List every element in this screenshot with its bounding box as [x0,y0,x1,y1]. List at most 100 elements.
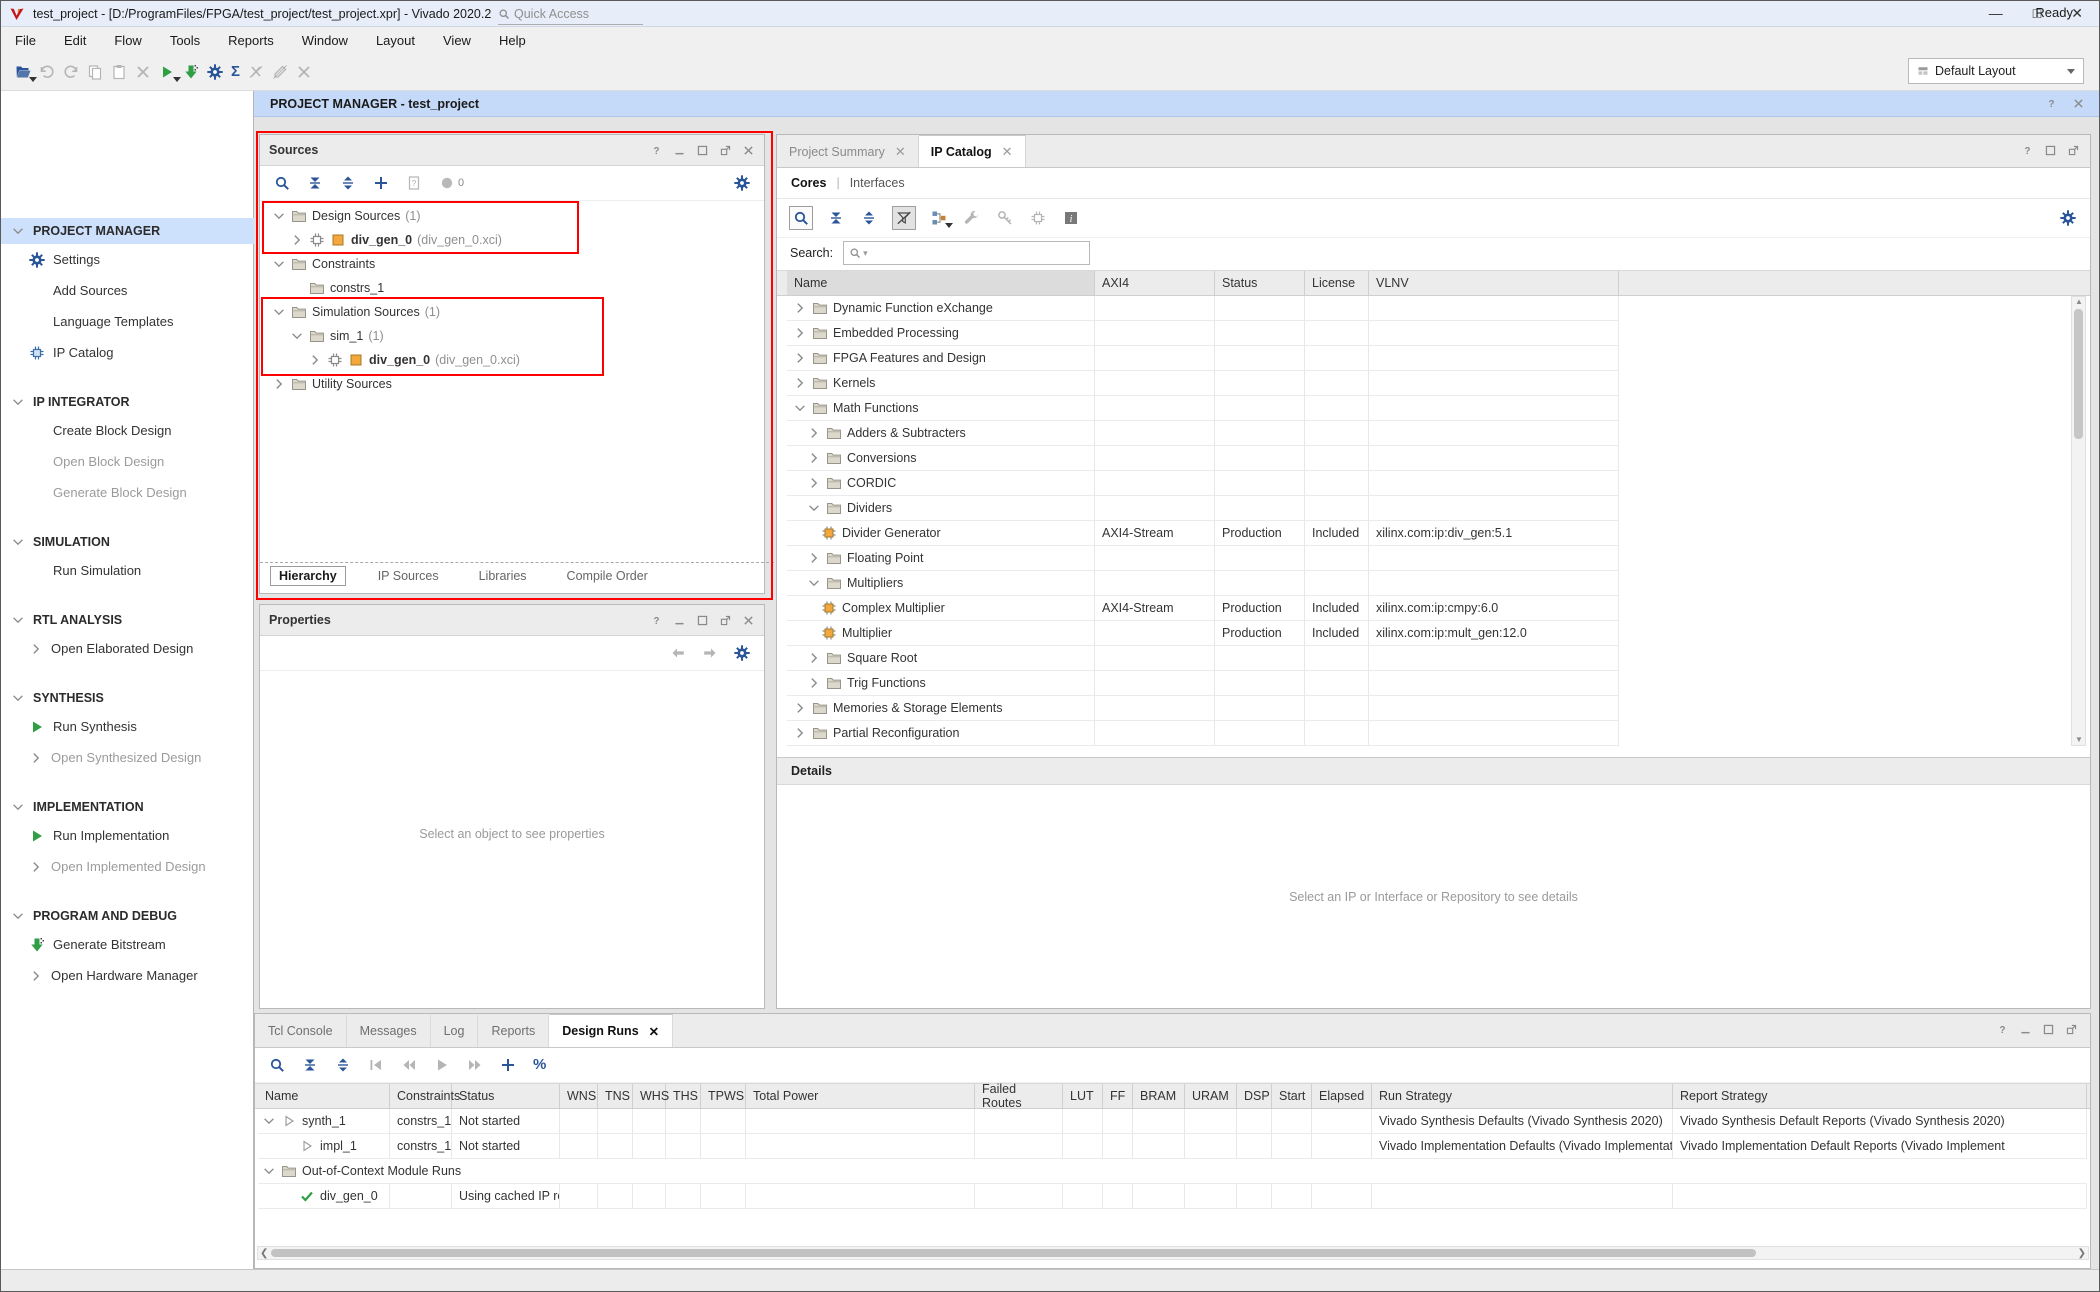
menu-view[interactable]: View [429,27,485,53]
search-button[interactable] [789,206,813,230]
view-tab-cores[interactable]: Cores [791,176,826,190]
menu-window[interactable]: Window [288,27,362,53]
column-header-uram[interactable]: URAM [1185,1084,1237,1108]
column-header-total-power[interactable]: Total Power [746,1084,975,1108]
column-header-tpws[interactable]: TPWS [701,1084,746,1108]
chevron-down-icon[interactable] [262,1164,276,1178]
expand-all-button[interactable] [859,208,879,228]
column-header-tns[interactable]: TNS [598,1084,633,1108]
ip-catalog-row[interactable]: Trig Functions [787,671,1619,696]
close-tab-icon[interactable]: ✕ [1002,144,1013,160]
maximize-icon[interactable] [2042,1023,2055,1036]
design-runs-group-row[interactable]: Out-of-Context Module Runs [258,1159,2087,1184]
chevron-right-icon[interactable] [29,860,43,874]
chevron-down-icon[interactable] [11,909,25,923]
help-icon[interactable]: ? [2021,144,2034,157]
close-icon[interactable] [742,144,755,157]
flow-item-generate-block-design[interactable]: Generate Block Design [1,477,254,508]
column-header-license[interactable]: License [1305,271,1369,295]
ip-catalog-row[interactable]: Adders & Subtracters [787,421,1619,446]
forward-button[interactable] [700,643,720,663]
ip-catalog-row[interactable]: FPGA Features and Design [787,346,1619,371]
chevron-down-icon[interactable] [11,691,25,705]
close-tab-icon[interactable]: ✕ [649,1024,659,1039]
paste-button[interactable] [109,62,129,82]
flow-section-simulation[interactable]: SIMULATION [1,529,254,555]
float-icon[interactable] [2067,144,2080,157]
minimize-icon[interactable] [2019,1023,2032,1036]
bottom-tab-design-runs[interactable]: Design Runs✕ [549,1014,673,1047]
float-icon[interactable] [719,614,732,627]
minimize-window-button[interactable]: — [1989,5,2003,22]
stop-button[interactable] [246,62,266,82]
column-header-dsp[interactable]: DSP [1237,1084,1272,1108]
collapse-all-button[interactable] [826,208,846,228]
flow-item-open-elaborated-design[interactable]: Open Elaborated Design [1,633,254,664]
expand-all-button[interactable] [333,1055,353,1075]
column-header-status[interactable]: Status [452,1084,560,1108]
source-tree-item[interactable]: Constraints [260,252,764,276]
source-tree-item[interactable]: Simulation Sources (1) [260,300,764,324]
chevron-right-icon[interactable] [807,551,821,565]
chevron-right-icon[interactable] [807,426,821,440]
source-tree-item[interactable]: sim_1 (1) [260,324,764,348]
ip-catalog-row[interactable]: Divider GeneratorAXI4-StreamProductionIn… [787,521,1619,546]
sources-tab-libraries[interactable]: Libraries [471,567,535,585]
step-back-button[interactable] [399,1055,419,1075]
doc-tab-project-summary[interactable]: Project Summary✕ [777,136,919,167]
float-icon[interactable] [2065,1023,2078,1036]
menu-tools[interactable]: Tools [156,27,214,53]
chevron-right-icon[interactable] [793,701,807,715]
report-summary-button[interactable]: Σ [229,62,242,82]
column-header-vlnv[interactable]: VLNV [1369,271,1619,295]
ip-catalog-row[interactable]: Complex MultiplierAXI4-StreamProductionI… [787,596,1619,621]
ip-catalog-settings-button[interactable] [2058,208,2078,228]
bottom-tab-tcl-console[interactable]: Tcl Console [255,1015,347,1047]
column-header-run-strategy[interactable]: Run Strategy [1372,1084,1673,1108]
ip-catalog-row[interactable]: Dividers [787,496,1619,521]
column-header-constraints[interactable]: Constraints [390,1084,452,1108]
package-chip-button[interactable] [1028,208,1048,228]
ip-catalog-row[interactable]: Floating Point [787,546,1619,571]
column-header-bram[interactable]: BRAM [1133,1084,1185,1108]
flow-section-implementation[interactable]: IMPLEMENTATION [1,794,254,820]
design-runs-horizontal-scrollbar[interactable]: ❮ ❯ [257,1246,2089,1260]
column-header-ff[interactable]: FF [1103,1084,1133,1108]
collapse-all-button[interactable] [300,1055,320,1075]
chevron-down-icon[interactable] [807,501,821,515]
chevron-right-icon[interactable] [793,726,807,740]
chevron-right-icon[interactable] [308,353,322,367]
create-runs-button[interactable] [498,1055,518,1075]
close-icon[interactable] [742,614,755,627]
source-tree-item[interactable]: Utility Sources [260,372,764,396]
source-tree-item[interactable]: div_gen_0 (div_gen_0.xci) [260,348,764,372]
quick-access-search[interactable]: Quick Access [498,4,643,25]
flow-item-add-sources[interactable]: Add Sources [1,275,254,306]
minimize-icon[interactable] [673,144,686,157]
flow-item-generate-bitstream[interactable]: Generate Bitstream [1,929,254,960]
settings-button[interactable] [205,62,225,82]
generate-bitstream-button[interactable] [181,62,201,82]
help-icon[interactable]: ? [650,614,663,627]
ip-search-input[interactable]: ▾ [843,241,1090,265]
column-header-status[interactable]: Status [1215,271,1305,295]
design-runs-row[interactable]: impl_1constrs_1Not startedVivado Impleme… [258,1134,2087,1159]
menu-reports[interactable]: Reports [214,27,288,53]
column-header-name[interactable]: Name [258,1084,390,1108]
search-button[interactable] [267,1055,287,1075]
add-button[interactable] [371,173,391,193]
filter-off-button[interactable] [892,206,916,230]
ip-catalog-row[interactable]: Math Functions [787,396,1619,421]
chevron-down-icon[interactable] [11,224,25,238]
chevron-right-icon[interactable] [29,751,43,765]
scroll-left-icon[interactable]: ❮ [260,1248,268,1259]
undo-button[interactable] [37,62,57,82]
collapse-all-button[interactable] [305,173,325,193]
flow-item-language-templates[interactable]: Language Templates [1,306,254,337]
ip-catalog-row[interactable]: Square Root [787,646,1619,671]
close-icon[interactable] [2072,97,2085,110]
flow-section-project-manager[interactable]: PROJECT MANAGER [1,218,254,244]
flow-item-ip-catalog[interactable]: IP Catalog [1,337,254,368]
ip-catalog-row[interactable]: Conversions [787,446,1619,471]
chevron-down-icon[interactable] [290,329,304,343]
